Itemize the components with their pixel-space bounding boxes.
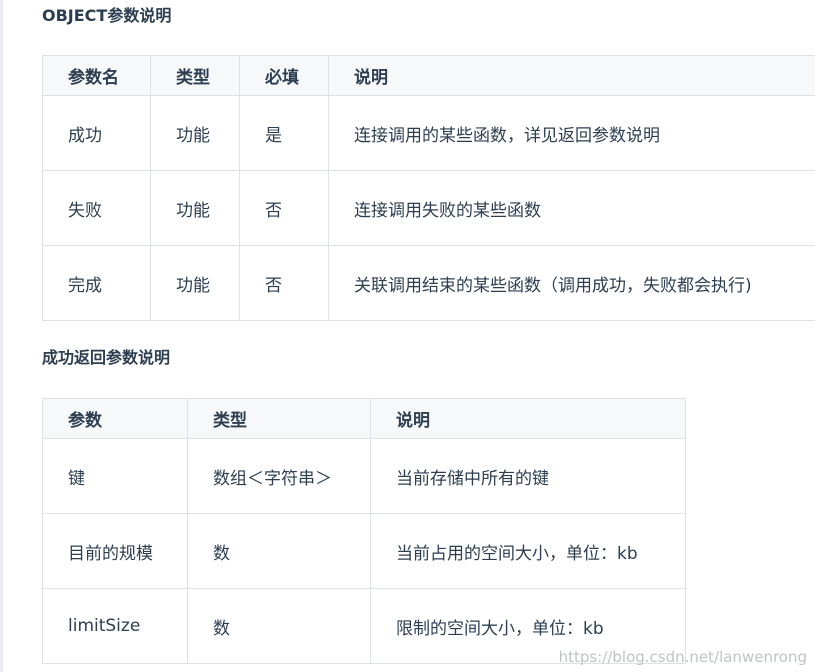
table-row: 成功 功能 是 连接调用的某些函数，详见返回参数说明 bbox=[42, 95, 815, 171]
table-cell: 功能 bbox=[150, 95, 240, 171]
column-header: 必填 bbox=[239, 55, 329, 96]
table-cell: limitSize bbox=[42, 588, 188, 664]
object-params-table: 参数名 类型 必填 说明 成功 功能 是 连接调用的某些函数，详见返回参数说明 … bbox=[42, 55, 815, 321]
table-cell: 功能 bbox=[150, 245, 240, 321]
table-header-row: 参数名 类型 必填 说明 bbox=[42, 55, 815, 96]
column-header: 说明 bbox=[328, 55, 815, 96]
table-cell: 数 bbox=[187, 513, 371, 589]
table-cell: 功能 bbox=[150, 170, 240, 246]
column-header: 参数 bbox=[42, 398, 188, 439]
table-cell: 连接调用失败的某些函数 bbox=[328, 170, 815, 246]
table-cell: 数组＜字符串＞ bbox=[187, 438, 371, 514]
table-cell: 否 bbox=[239, 245, 329, 321]
table-row: 完成 功能 否 关联调用结束的某些函数（调用成功，失败都会执行) bbox=[42, 245, 815, 321]
table-header-row: 参数 类型 说明 bbox=[42, 398, 686, 439]
table-row: 键 数组＜字符串＞ 当前存储中所有的键 bbox=[42, 438, 686, 514]
table-cell: 连接调用的某些函数，详见返回参数说明 bbox=[328, 95, 815, 171]
table-cell: 失败 bbox=[42, 170, 151, 246]
table-cell: 关联调用结束的某些函数（调用成功，失败都会执行) bbox=[328, 245, 815, 321]
section-heading-object-params: OBJECT参数说明 bbox=[42, 6, 172, 25]
column-header: 说明 bbox=[370, 398, 686, 439]
left-border bbox=[0, 0, 3, 672]
table-row: 失败 功能 否 连接调用失败的某些函数 bbox=[42, 170, 815, 246]
table-row: 目前的规模 数 当前占用的空间大小，单位：kb bbox=[42, 513, 686, 589]
table-cell: 数 bbox=[187, 588, 371, 664]
success-return-params-table: 参数 类型 说明 键 数组＜字符串＞ 当前存储中所有的键 目前的规模 数 当前占… bbox=[42, 398, 686, 664]
column-header: 类型 bbox=[187, 398, 371, 439]
table-cell: 成功 bbox=[42, 95, 151, 171]
table-cell: 当前占用的空间大小，单位：kb bbox=[370, 513, 686, 589]
table-cell: 当前存储中所有的键 bbox=[370, 438, 686, 514]
table-cell: 否 bbox=[239, 170, 329, 246]
column-header: 类型 bbox=[150, 55, 240, 96]
section-heading-success-return-params: 成功返回参数说明 bbox=[42, 348, 171, 367]
table-cell: 键 bbox=[42, 438, 188, 514]
column-header: 参数名 bbox=[42, 55, 151, 96]
table-cell: 完成 bbox=[42, 245, 151, 321]
watermark: https://blog.csdn.net/lanwenrong bbox=[558, 648, 807, 666]
table-cell: 是 bbox=[239, 95, 329, 171]
table-cell: 目前的规模 bbox=[42, 513, 188, 589]
